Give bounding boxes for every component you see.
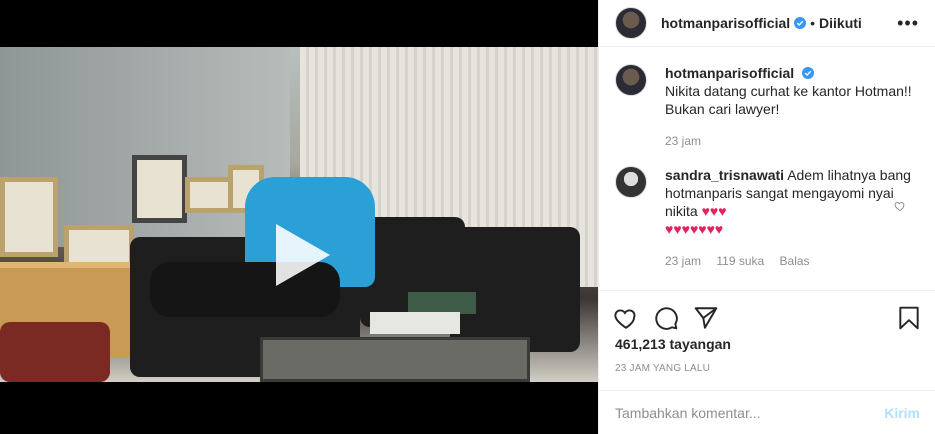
- caption-time[interactable]: 23 jam: [665, 134, 701, 148]
- header-username[interactable]: hotmanparisofficial: [661, 15, 790, 31]
- post-comment-button[interactable]: Kirim: [884, 405, 920, 421]
- post-modal: hotmanparisofficial • Diikuti ••• hotman…: [0, 0, 935, 434]
- books: [408, 292, 476, 314]
- avatar[interactable]: [615, 7, 647, 39]
- media-area: [0, 0, 598, 434]
- separator-dot: •: [810, 15, 816, 31]
- comment-hearts: ♥♥♥: [701, 203, 727, 219]
- armchair: [450, 227, 580, 352]
- bookmark-icon[interactable]: [896, 305, 922, 331]
- comment-input[interactable]: [615, 404, 885, 421]
- add-comment-bar: Kirim: [599, 390, 935, 434]
- caption-meta: 23 jam: [665, 132, 920, 150]
- wall-frame: [0, 177, 58, 257]
- verified-badge-icon: [802, 67, 815, 79]
- post-side-panel: hotmanparisofficial • Diikuti ••• hotman…: [598, 0, 935, 434]
- reply-button[interactable]: Balas: [780, 254, 810, 268]
- verified-badge-icon: [794, 17, 807, 29]
- view-count[interactable]: 461,213 tayangan: [615, 336, 731, 352]
- post-header: hotmanparisofficial • Diikuti •••: [599, 0, 935, 47]
- play-icon: [276, 224, 330, 286]
- wall-frame: [132, 155, 187, 223]
- more-icon[interactable]: •••: [897, 13, 919, 34]
- list-item: sandra_trisnawati Adem lihatnya bang hot…: [615, 166, 920, 270]
- comment-meta: 23 jam 119 suka Balas: [665, 252, 920, 270]
- comment-time[interactable]: 23 jam: [665, 254, 701, 268]
- wall-frame: [185, 177, 233, 213]
- papers: [370, 312, 460, 334]
- action-bar: [599, 290, 935, 335]
- post-timestamp[interactable]: 23 JAM YANG LALU: [615, 363, 710, 374]
- share-icon[interactable]: [693, 305, 719, 331]
- comment-like-icon[interactable]: [894, 200, 906, 212]
- comment-hearts-line2: ♥♥♥♥♥♥♥: [665, 221, 724, 237]
- red-chair: [0, 322, 110, 382]
- comment-body: sandra_trisnawati Adem lihatnya bang hot…: [665, 166, 920, 270]
- follow-status-button[interactable]: Diikuti: [819, 15, 862, 31]
- video-player[interactable]: [0, 47, 598, 382]
- caption-username[interactable]: hotmanparisofficial: [665, 65, 794, 81]
- caption: hotmanparisofficial Nikita datang curhat…: [615, 64, 920, 150]
- comments-list: hotmanparisofficial Nikita datang curhat…: [599, 48, 935, 290]
- comment-icon[interactable]: [653, 305, 679, 331]
- caption-body: hotmanparisofficial Nikita datang curhat…: [665, 64, 920, 150]
- play-button[interactable]: [268, 222, 334, 288]
- glass-table: [260, 337, 530, 382]
- comment-username[interactable]: sandra_trisnawati: [665, 167, 784, 183]
- caption-text: Nikita datang curhat ke kantor Hotman!! …: [665, 83, 912, 117]
- comment-likes[interactable]: 119 suka: [716, 254, 764, 268]
- avatar[interactable]: [615, 166, 647, 198]
- heart-icon[interactable]: [613, 305, 639, 331]
- avatar[interactable]: [615, 64, 647, 96]
